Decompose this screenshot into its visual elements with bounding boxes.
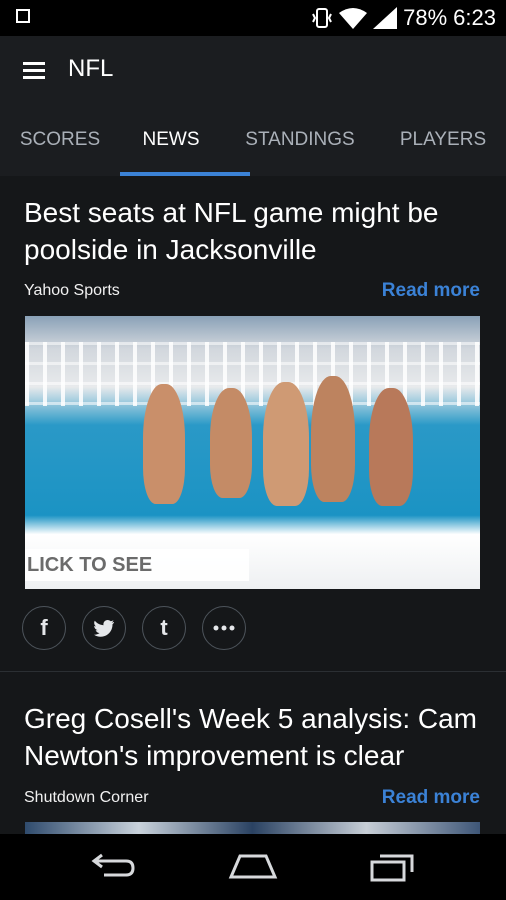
app-bar: NFL <box>0 36 506 104</box>
article-title[interactable]: Best seats at NFL game might be poolside… <box>24 194 494 268</box>
photo-person <box>263 382 309 506</box>
article-divider <box>0 671 506 672</box>
recent-apps-icon[interactable] <box>370 852 416 882</box>
status-bar: 78% 6:23 <box>0 0 506 36</box>
photo-person <box>210 388 252 498</box>
tumblr-icon[interactable]: t <box>142 606 186 650</box>
article-source: Yahoo Sports <box>24 282 120 299</box>
article-image[interactable] <box>25 822 480 834</box>
article-image[interactable]: LICK TO SEE GALLERY <box>25 316 480 589</box>
navigation-bar <box>0 834 506 900</box>
tab-bar: SCORES NEWS STANDINGS PLAYERS <box>0 104 506 176</box>
page-title: NFL <box>68 55 114 82</box>
twitter-icon[interactable] <box>82 606 126 650</box>
status-icons: 78% 6:23 <box>311 4 496 32</box>
notification-icon <box>16 9 30 23</box>
hamburger-menu-icon[interactable] <box>23 62 45 79</box>
vibrate-icon <box>312 8 333 28</box>
tab-scores[interactable]: SCORES <box>0 104 120 176</box>
clock: 6:23 <box>453 5 496 30</box>
battery-percent: 78% <box>403 5 448 30</box>
read-more-link[interactable]: Read more <box>382 280 480 302</box>
home-icon[interactable] <box>228 852 278 880</box>
share-buttons: f t <box>22 606 246 650</box>
wifi-icon <box>339 8 368 29</box>
back-icon[interactable] <box>88 852 136 882</box>
article-title[interactable]: Greg Cosell's Week 5 analysis: Cam Newto… <box>24 700 494 774</box>
more-icon[interactable] <box>202 606 246 650</box>
tab-news[interactable]: NEWS <box>120 104 222 176</box>
article-card[interactable]: Greg Cosell's Week 5 analysis: Cam Newto… <box>0 684 506 834</box>
tab-standings[interactable]: STANDINGS <box>230 104 370 176</box>
read-more-link[interactable]: Read more <box>382 787 480 809</box>
tab-players[interactable]: PLAYERS <box>380 104 506 176</box>
cell-signal-icon <box>373 7 398 29</box>
article-source: Shutdown Corner <box>24 789 149 806</box>
background-fence <box>25 342 480 406</box>
photo-person <box>311 376 355 502</box>
facebook-icon[interactable]: f <box>22 606 66 650</box>
photo-person <box>143 384 185 504</box>
photo-person <box>369 388 413 506</box>
gallery-overlay-label[interactable]: LICK TO SEE GALLERY <box>25 549 249 589</box>
